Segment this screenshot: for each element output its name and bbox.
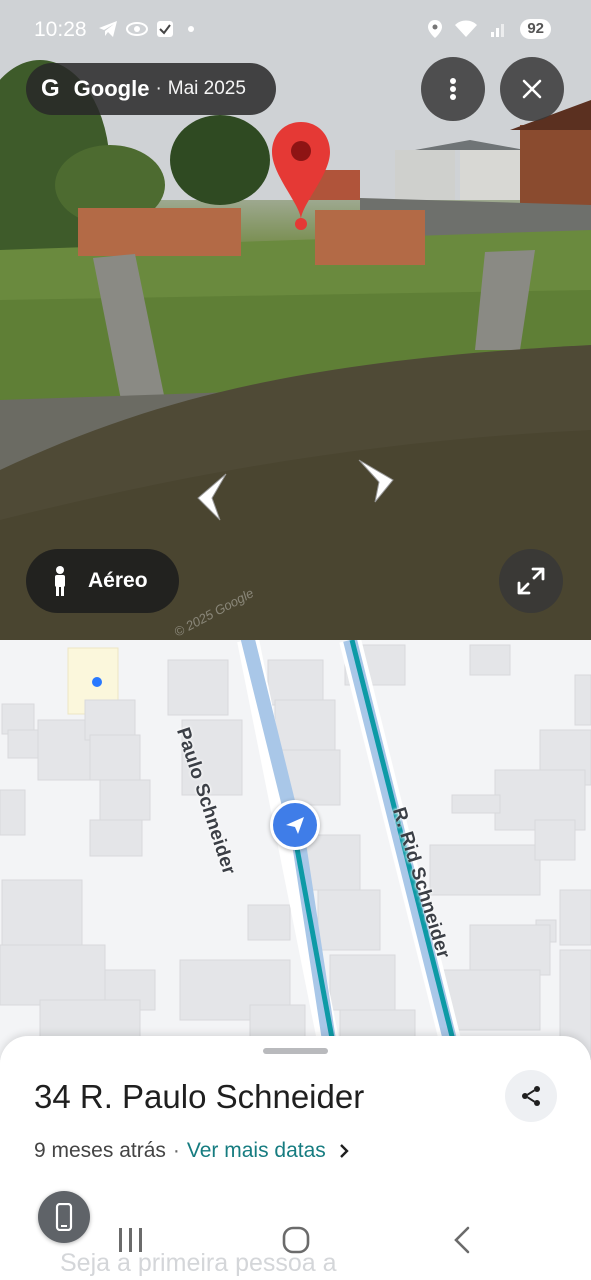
sheet-drag-handle[interactable] — [263, 1048, 328, 1054]
more-options-button[interactable] — [421, 57, 485, 121]
fullscreen-button[interactable] — [499, 549, 563, 613]
expand-icon — [517, 567, 545, 595]
separator-dot: · — [155, 78, 162, 99]
aerial-label: Aéreo — [88, 569, 148, 592]
share-button[interactable] — [505, 1070, 557, 1122]
separator-dot: · — [172, 1139, 180, 1162]
close-icon — [522, 79, 542, 99]
nav-arrow-right[interactable] — [355, 456, 397, 504]
back-icon[interactable] — [452, 1225, 472, 1255]
imagery-date: Mai 2025 — [167, 78, 246, 99]
dot-icon — [188, 26, 194, 32]
close-button[interactable] — [500, 57, 564, 121]
brand-label: Google — [73, 76, 150, 101]
street-view-panel[interactable]: 10:28 92 G Google · Mai 2025 Aéreo © 202… — [0, 0, 591, 640]
system-navigation-bar — [0, 1200, 591, 1280]
battery-level: 92 — [520, 19, 551, 39]
imagery-age-row: 9 meses atrás · Ver mais datas — [34, 1139, 350, 1163]
google-g-icon: G — [41, 75, 60, 102]
chevron-right-icon[interactable] — [338, 1143, 350, 1159]
navigation-arrow-icon — [286, 817, 304, 834]
signal-icon — [491, 24, 505, 37]
app-icon — [126, 22, 148, 36]
recent-apps-icon[interactable] — [118, 1225, 144, 1255]
map-base — [0, 640, 591, 1060]
aerial-button[interactable]: Aéreo — [26, 549, 179, 613]
current-location-marker[interactable] — [270, 800, 320, 850]
system-status-icons: 92 — [428, 19, 551, 39]
status-time: 10:28 — [34, 18, 87, 41]
nav-arrow-left[interactable] — [192, 472, 232, 522]
more-dates-link[interactable]: Ver mais datas — [187, 1139, 326, 1163]
home-icon[interactable] — [282, 1225, 310, 1255]
place-address: 34 R. Paulo Schneider — [34, 1078, 365, 1115]
status-bar: 10:28 92 — [0, 0, 591, 60]
imagery-date-chip[interactable]: G Google · Mai 2025 — [26, 63, 276, 115]
location-icon — [428, 20, 443, 38]
checkbox-icon — [157, 21, 173, 37]
wifi-icon — [455, 20, 478, 37]
map-view[interactable]: Paulo Schneider R. Rid Schneider — [0, 640, 591, 1060]
imagery-age: 9 meses atrás — [34, 1139, 166, 1162]
notification-icons — [98, 20, 194, 38]
pegman-icon — [55, 566, 65, 596]
telegram-icon — [99, 21, 117, 37]
share-icon — [522, 1086, 540, 1106]
more-vertical-icon — [450, 78, 456, 100]
